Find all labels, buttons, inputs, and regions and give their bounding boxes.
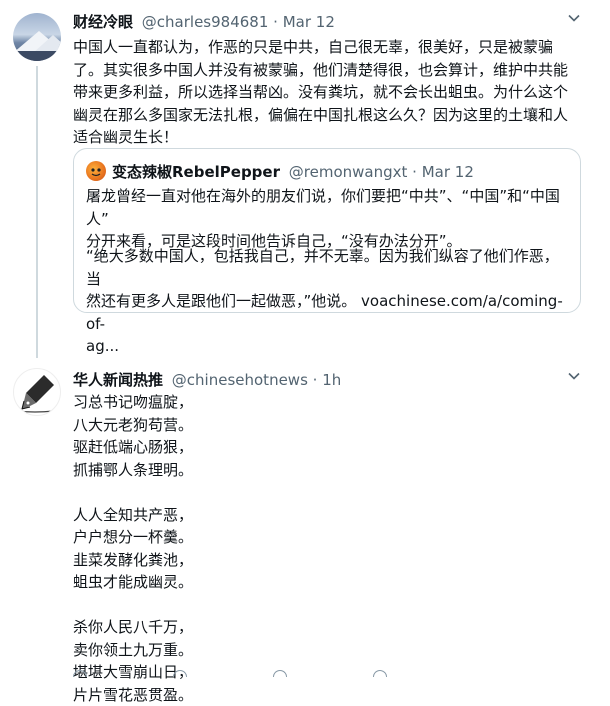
like-icon[interactable] [273,670,287,677]
tweet-1[interactable]: 财经冷眼 @charles984681 · Mar 12 中国人一直都认为，作恶… [0,0,610,360]
retweet-icon[interactable] [173,670,187,677]
tweet-text: 习总书记吻瘟腚， 八大元老狗苟营。 驱赶低端心肠狠， 抓捕鄂人条理明。 人人全知… [73,391,553,706]
action-bar-partial [73,670,473,677]
quoted-header: 变态辣椒RebelPepper @remonwangxt · Mar 12 [112,163,474,181]
quoted-tweet-card[interactable]: 变态辣椒RebelPepper @remonwangxt · Mar 12 屠龙… [73,148,581,355]
timestamp[interactable]: Mar 12 [283,13,335,31]
tweet-2[interactable]: 华人新闻热推 @chinesehotnews · 1h 习总书记吻瘟腚， 八大元… [0,360,610,704]
quoted-avatar [86,161,106,181]
fountain-pen-icon [17,375,55,413]
thread-connector-line [36,66,38,358]
tweet-header: 财经冷眼 @charles984681 · Mar 12 [73,13,335,31]
quoted-timestamp: Mar 12 [421,163,474,181]
share-icon[interactable] [373,670,387,677]
tweet-header: 华人新闻热推 @chinesehotnews · 1h [73,371,342,389]
avatar[interactable] [13,13,61,61]
timestamp[interactable]: 1h [322,371,341,389]
poem-stanza-1: 习总书记吻瘟腚， 八大元老狗苟营。 驱赶低端心肠狠， 抓捕鄂人条理明。 [73,393,194,479]
reply-icon[interactable] [73,670,87,677]
tweet-text: 中国人一直都认为，作恶的只是中共，自己很无辜，很美好，只是被蒙骗 了。其实很多中… [73,38,569,146]
avatar[interactable] [13,368,61,416]
poem-stanza-2: 人人全知共产恶， 户户想分一杯羹。 韭菜发酵化粪池， 蛆虫才能成幽灵。 [73,505,194,592]
display-name[interactable]: 华人新闻热推 [73,371,163,389]
quoted-handle: @remonwangxt [288,163,408,181]
chevron-down-icon[interactable] [566,10,582,30]
display-name[interactable]: 财经冷眼 [73,13,133,31]
quoted-paragraph-1: 屠龙曾经一直对他在海外的朋友们说，你们要把“中共”、“中国”和“中国人” 分开来… [86,187,560,250]
handle[interactable]: @charles984681 [142,13,269,31]
quoted-display-name: 变态辣椒RebelPepper [112,163,280,181]
chevron-down-icon[interactable] [566,368,582,388]
poem-stanza-3: 杀你人民八千万， 卖你领土九万重。 堪堪大雪崩山日， 片片雪花恶贯盈。 [73,618,194,704]
quoted-paragraph-2: “绝大多数中国人，包括我自己，并不无辜。因为我们纵容了他们作恶，当 然还有更多人… [86,247,563,355]
handle[interactable]: @chinesehotnews [172,371,308,389]
